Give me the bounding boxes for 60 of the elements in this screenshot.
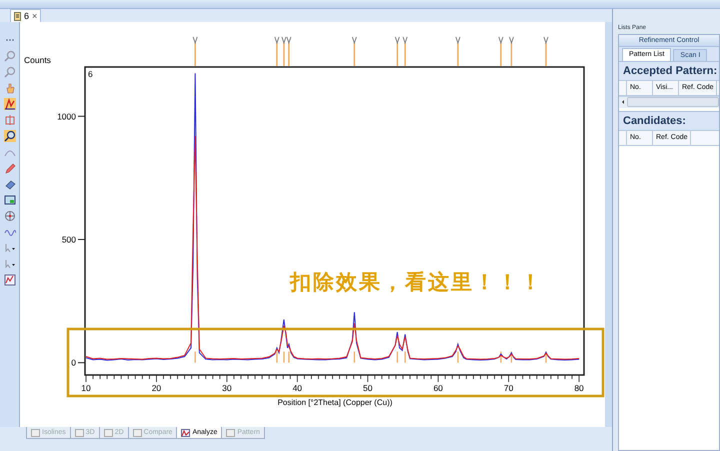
reference-tick — [194, 352, 196, 363]
axis-tick-label: 30 — [222, 383, 232, 393]
reference-marker — [455, 36, 460, 66]
reference-tick — [404, 352, 406, 363]
reference-tick — [510, 352, 512, 363]
frame-icon — [226, 428, 236, 436]
frame-icon — [31, 428, 40, 436]
reference-tick — [545, 352, 547, 363]
reference-tick — [396, 352, 398, 363]
frame-icon — [132, 428, 142, 436]
plot-label: 6 — [88, 69, 93, 79]
peak-icon[interactable] — [4, 98, 16, 110]
axis-tick-label: 0 — [71, 358, 76, 368]
reference-marker — [509, 36, 514, 66]
horizontal-scrollbar[interactable] — [619, 96, 719, 108]
window-icon[interactable] — [4, 194, 16, 206]
reference-marker — [498, 36, 504, 66]
axis-tick-label: 70 — [504, 383, 514, 393]
eraser-icon[interactable] — [4, 178, 16, 190]
reference-tick — [500, 352, 502, 363]
frame-icon — [74, 428, 84, 436]
pointer-icon[interactable] — [4, 258, 16, 270]
marker-icon[interactable] — [4, 114, 16, 126]
frame-icon — [104, 428, 113, 436]
axis-title: Counts — [24, 55, 51, 65]
axis-tick-label: 60 — [433, 383, 443, 393]
zoom-out-icon[interactable] — [4, 66, 16, 78]
axis-tick-label: 50 — [363, 383, 372, 393]
reference-marker — [544, 36, 548, 66]
reference-marker — [352, 36, 357, 66]
reference-marker — [192, 36, 198, 66]
axis-tick-label: 20 — [152, 383, 162, 393]
reference-tick — [288, 352, 290, 363]
document-icon — [14, 12, 21, 20]
document-tab[interactable]: 6 × — [10, 9, 42, 22]
axis-title: Position [°2Theta] (Copper (Cu)) — [278, 398, 392, 407]
section-header: Candidates: — [619, 110, 719, 130]
axis-tick-label: 1000 — [57, 111, 76, 122]
chart-icon[interactable] — [4, 274, 16, 286]
pointer-icon[interactable] — [4, 242, 16, 254]
reference-marker — [394, 36, 400, 66]
close-button[interactable]: × — [32, 12, 38, 20]
reference-tick — [276, 352, 278, 363]
section-header: Accepted Pattern: — [619, 60, 719, 80]
pencil-icon[interactable] — [4, 162, 16, 174]
chart-icon — [181, 428, 190, 436]
search-icon[interactable] — [4, 130, 16, 142]
axis-tick-label: 80 — [574, 383, 584, 393]
axis-tick-label: 10 — [81, 383, 91, 393]
reference-tick — [457, 352, 459, 363]
annotation-note: 扣除效果，看这里！！！ — [290, 270, 543, 294]
zoom-in-icon[interactable] — [4, 50, 16, 62]
axis-tick-label: 500 — [62, 234, 76, 244]
hand-icon[interactable] — [4, 82, 16, 94]
target-icon[interactable] — [4, 210, 16, 222]
reference-marker — [274, 36, 280, 66]
reference-marker — [402, 36, 408, 66]
reference-tick — [283, 352, 285, 363]
axis-tick-label: 40 — [292, 383, 302, 393]
reference-tick — [354, 352, 355, 363]
